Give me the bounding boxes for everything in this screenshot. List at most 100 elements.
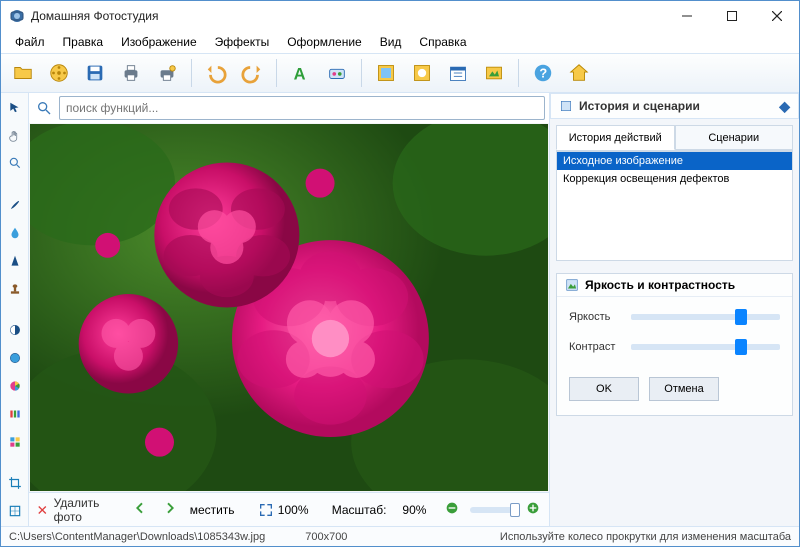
drop-tool[interactable] <box>4 222 26 244</box>
mask-button[interactable] <box>406 57 438 89</box>
sharpen-tool[interactable] <box>4 250 26 272</box>
fit-icon <box>258 502 274 518</box>
tool-palette <box>1 93 29 526</box>
contrast-tool[interactable] <box>4 319 26 341</box>
save-button[interactable] <box>79 57 111 89</box>
color-wheel-tool[interactable] <box>4 375 26 397</box>
brightness-thumb[interactable] <box>735 309 747 325</box>
history-item[interactable]: Исходное изображение <box>557 152 792 170</box>
next-arrow-button[interactable] <box>160 500 180 519</box>
undo-button[interactable] <box>200 57 232 89</box>
help-button[interactable]: ? <box>527 57 559 89</box>
contrast-label: Контраст <box>569 341 623 353</box>
history-list[interactable]: Исходное изображение Коррекция освещения… <box>556 151 793 261</box>
prev-arrow-button[interactable] <box>130 500 150 519</box>
postcard-button[interactable] <box>478 57 510 89</box>
history-panel-title: История и сценарии <box>579 99 700 113</box>
status-dimensions: 700x700 <box>305 531 347 543</box>
effects-button[interactable] <box>321 57 353 89</box>
history-tabs: История действий Сценарии <box>556 125 793 151</box>
redo-button[interactable] <box>236 57 268 89</box>
titlebar: Домашняя Фотостудия <box>1 1 799 31</box>
body: Удалить фото местить 100% Масштаб: 90% <box>1 93 799 526</box>
status-tip: Используйте колесо прокрутки для изменен… <box>500 531 791 543</box>
search-bar <box>29 93 549 123</box>
tab-scenarios[interactable]: Сценарии <box>675 125 794 150</box>
pointer-tool[interactable] <box>4 97 26 119</box>
maximize-button[interactable] <box>709 1 754 31</box>
status-path: C:\Users\ContentManager\Downloads\108534… <box>9 531 265 543</box>
menu-file[interactable]: Файл <box>7 33 53 51</box>
history-item[interactable]: Коррекция освещения дефектов <box>557 170 792 188</box>
crop-tool[interactable] <box>4 472 26 494</box>
image-icon <box>565 278 579 292</box>
stamp-tool[interactable] <box>4 278 26 300</box>
image-canvas[interactable] <box>29 123 549 492</box>
delete-photo-label: Удалить фото <box>54 496 105 524</box>
fit-button[interactable]: 100% <box>258 502 309 518</box>
photo-content <box>30 124 548 491</box>
printer-settings-button[interactable] <box>151 57 183 89</box>
zoom-slider[interactable] <box>470 507 515 513</box>
tab-history[interactable]: История действий <box>556 125 675 150</box>
zoom-value: 90% <box>402 503 426 517</box>
minimize-button[interactable] <box>664 1 709 31</box>
film-reel-button[interactable] <box>43 57 75 89</box>
cancel-button[interactable]: Отмена <box>649 377 719 401</box>
hand-tool[interactable] <box>4 125 26 147</box>
resize-tool[interactable] <box>4 500 26 522</box>
menubar: Файл Правка Изображение Эффекты Оформлен… <box>1 31 799 53</box>
zoom-in-button[interactable] <box>525 500 541 519</box>
channels-tool[interactable] <box>4 403 26 425</box>
search-input[interactable] <box>59 96 545 120</box>
right-panel: История и сценарии ◆ История действий Сц… <box>549 93 799 526</box>
zoom-out-button[interactable] <box>444 500 460 519</box>
contrast-slider[interactable] <box>631 344 780 350</box>
zoom-tool[interactable] <box>4 153 26 175</box>
ok-button[interactable]: OK <box>569 377 639 401</box>
move-label: местить <box>190 503 235 517</box>
history-panel-header: История и сценарии ◆ <box>550 93 799 119</box>
home-button[interactable] <box>563 57 595 89</box>
status-bar: C:\Users\ContentManager\Downloads\108534… <box>1 526 799 546</box>
toolbar: A ? <box>1 53 799 93</box>
frame-button[interactable] <box>370 57 402 89</box>
mosaic-tool[interactable] <box>4 431 26 453</box>
open-folder-button[interactable] <box>7 57 39 89</box>
zoom-slider-thumb[interactable] <box>510 503 520 517</box>
saturation-tool[interactable] <box>4 347 26 369</box>
main-area: Удалить фото местить 100% Масштаб: 90% <box>29 93 549 526</box>
sliders-area: Яркость Контраст <box>557 297 792 367</box>
brightness-contrast-panel: Яркость и контрастность Яркость Контраст… <box>556 273 793 416</box>
svg-text:A: A <box>294 65 306 83</box>
panel-buttons: OK Отмена <box>557 367 792 415</box>
search-icon <box>33 97 55 119</box>
menu-image[interactable]: Изображение <box>113 33 205 51</box>
menu-decor[interactable]: Оформление <box>279 33 369 51</box>
brush-tool[interactable] <box>4 194 26 216</box>
history-icon <box>559 99 573 113</box>
delete-icon <box>37 502 48 518</box>
brightness-label: Яркость <box>569 311 623 323</box>
brightness-panel-header: Яркость и контрастность <box>557 274 792 297</box>
pin-icon[interactable]: ◆ <box>779 98 790 115</box>
app-icon <box>9 8 25 24</box>
calendar-button[interactable] <box>442 57 474 89</box>
contrast-thumb[interactable] <box>735 339 747 355</box>
bottom-bar: Удалить фото местить 100% Масштаб: 90% <box>29 492 549 526</box>
toolbar-separator <box>276 59 277 87</box>
text-button[interactable]: A <box>285 57 317 89</box>
toolbar-separator <box>191 59 192 87</box>
menu-effects[interactable]: Эффекты <box>207 33 278 51</box>
toolbar-separator <box>361 59 362 87</box>
menu-view[interactable]: Вид <box>372 33 410 51</box>
app-window: Домашняя Фотостудия Файл Правка Изображе… <box>0 0 800 547</box>
close-button[interactable] <box>754 1 799 31</box>
fit-label: 100% <box>278 503 309 517</box>
delete-photo-button[interactable]: Удалить фото <box>37 496 105 524</box>
brightness-slider[interactable] <box>631 314 780 320</box>
menu-help[interactable]: Справка <box>411 33 474 51</box>
print-button[interactable] <box>115 57 147 89</box>
menu-edit[interactable]: Правка <box>55 33 112 51</box>
contrast-row: Контраст <box>569 341 780 353</box>
